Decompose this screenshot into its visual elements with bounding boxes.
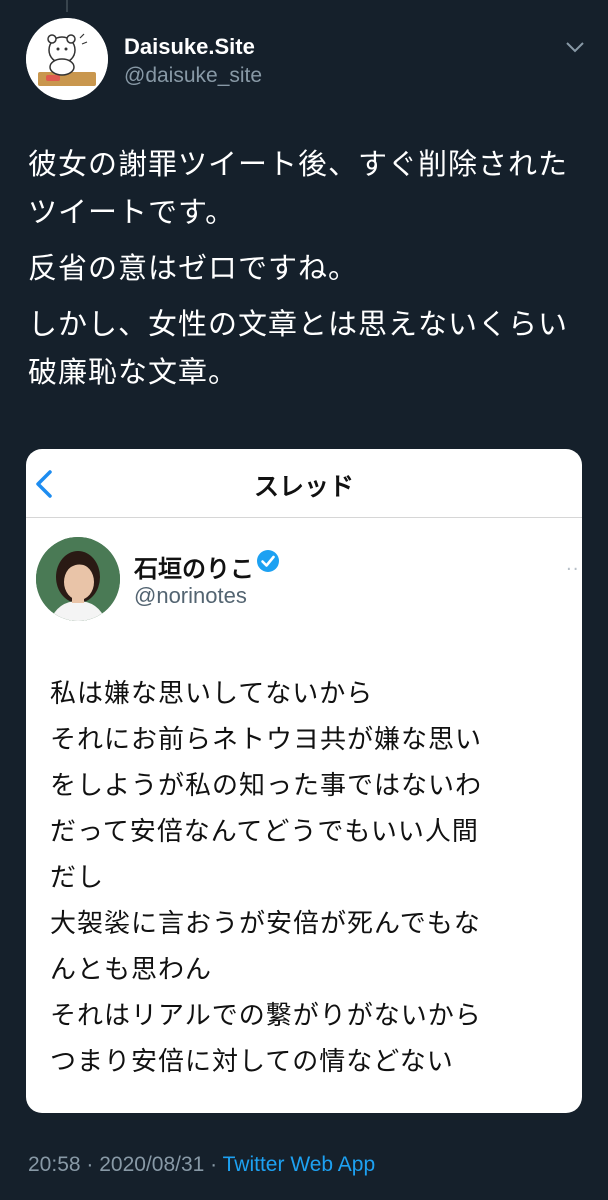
tweet-time[interactable]: 20:58 (28, 1153, 81, 1176)
tweet-text: 彼女の謝罪ツイート後、すぐ削除されたツイートです。 反省の意はゼロですね。 しか… (28, 140, 588, 404)
screenshot-text-line: 私は嫌な思いしてないから (50, 679, 374, 709)
tweet-paragraph: 反省の意はゼロですね。 (28, 251, 359, 285)
tweet-header: Daisuke.Site @daisuke_site (26, 18, 586, 102)
separator: · (80, 1153, 100, 1176)
screenshot-text-line: だって安倍なんてどうでもいい人間 (50, 817, 479, 847)
bear-illustration-icon (26, 18, 108, 100)
tweet-paragraph: 彼女の謝罪ツイート後、すぐ削除されたツイートです。 (28, 147, 569, 229)
portrait-photo-icon (36, 537, 120, 621)
more-options-icon: ·· (566, 559, 580, 580)
user-handle[interactable]: @daisuke_site (124, 64, 262, 88)
separator: · (204, 1153, 223, 1176)
screenshot-display-name: 石垣のりこ (134, 555, 254, 583)
screenshot-text-line: それにお前らネトウヨ共が嫌な思い (50, 725, 483, 755)
tweet-source-link[interactable]: Twitter Web App (223, 1153, 376, 1176)
screenshot-text-line: それはリアルでの繋がりがないから (50, 1001, 482, 1031)
screenshot-text-line: だし (50, 863, 105, 893)
display-name[interactable]: Daisuke.Site (124, 34, 255, 60)
tweet-paragraph: しかし、女性の文章とは思えないくらい破廉恥な文章。 (28, 307, 569, 389)
screenshot-avatar (36, 537, 120, 621)
chevron-down-icon[interactable] (564, 40, 586, 54)
screenshot-nav-title: スレッド (253, 472, 354, 501)
screenshot-nav-bar: スレッド (26, 449, 582, 518)
tweet-metadata: 20:58 · 2020/08/31 · Twitter Web App (28, 1153, 375, 1177)
attached-screenshot[interactable]: スレッド 石垣のりこ @norinotes ·· 私は嫌な思いしてないから それ… (26, 449, 582, 1113)
thread-connector-line (66, 0, 68, 12)
screenshot-tweet-body: 私は嫌な思いしてないから それにお前らネトウヨ共が嫌な思い をしようが私の知った… (50, 671, 570, 1085)
screenshot-user-handle: @norinotes (134, 583, 247, 608)
screenshot-text-line: をしようが私の知った事ではないわ (50, 771, 483, 801)
avatar[interactable] (26, 18, 108, 100)
screenshot-text-line: んとも思わん (50, 955, 213, 985)
tweet-date[interactable]: 2020/08/31 (99, 1153, 204, 1176)
verified-badge-icon (257, 550, 279, 572)
screenshot-text-line: つまり安倍に対しての情などない (50, 1047, 454, 1077)
screenshot-text-line: 大袈裟に言おうが安倍が死んでもな (50, 909, 481, 939)
